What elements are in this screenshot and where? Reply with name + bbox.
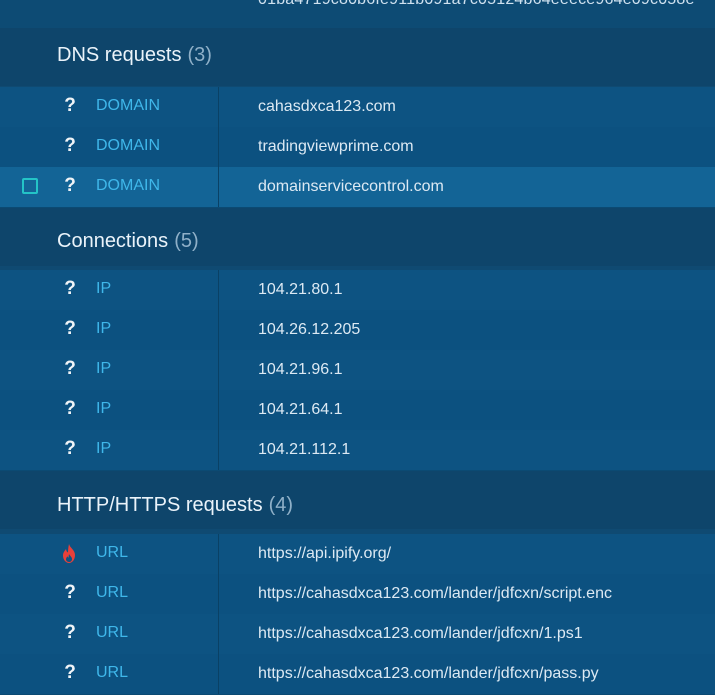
column-divider [218, 574, 219, 614]
connection-row[interactable]: ? IP 104.21.64.1 [0, 390, 715, 431]
http-row[interactable]: ? URL https://cahasdxca123.com/lander/jd… [0, 574, 715, 615]
dns-requests-header: DNS requests (3) [0, 28, 715, 86]
column-divider [218, 310, 219, 350]
section-count: (5) [174, 230, 199, 252]
http-row[interactable]: ? URL https://cahasdxca123.com/lander/jd… [0, 614, 715, 655]
type-label[interactable]: IP [96, 360, 111, 378]
type-label[interactable]: URL [96, 584, 128, 602]
type-label[interactable]: URL [96, 544, 128, 562]
question-icon: ? [64, 582, 76, 603]
connection-row[interactable]: ? IP 104.21.80.1 [0, 270, 715, 311]
row-checkbox[interactable] [22, 178, 38, 194]
connection-row[interactable]: ? IP 104.21.96.1 [0, 350, 715, 391]
url-value[interactable]: https://cahasdxca123.com/lander/jdfcxn/1… [258, 625, 583, 643]
type-label[interactable]: URL [96, 624, 128, 642]
ip-value[interactable]: 104.21.112.1 [258, 441, 350, 459]
dns-row[interactable]: ? DOMAIN cahasdxca123.com [0, 87, 715, 128]
question-icon: ? [64, 278, 76, 299]
type-label[interactable]: URL [96, 664, 128, 682]
http-row[interactable]: URL https://api.ipify.org/ [0, 534, 715, 575]
ip-value[interactable]: 104.21.80.1 [258, 281, 343, 299]
url-value[interactable]: https://cahasdxca123.com/lander/jdfcxn/s… [258, 585, 612, 603]
section-title-text: Connections [57, 230, 169, 252]
section-title: HTTP/HTTPS requests (4) [57, 494, 293, 517]
connection-row[interactable]: ? IP 104.21.112.1 [0, 430, 715, 471]
column-divider [218, 127, 219, 167]
dns-row-selected[interactable]: ? DOMAIN domainservicecontrol.com [0, 167, 715, 208]
column-divider [218, 614, 219, 654]
question-icon: ? [64, 318, 76, 339]
type-label[interactable]: DOMAIN [96, 177, 160, 195]
connection-row[interactable]: ? IP 104.26.12.205 [0, 310, 715, 351]
dns-row[interactable]: ? DOMAIN tradingviewprime.com [0, 127, 715, 168]
column-divider [218, 430, 219, 470]
question-icon: ? [64, 135, 76, 156]
url-value[interactable]: https://cahasdxca123.com/lander/jdfcxn/p… [258, 665, 599, 683]
column-divider [218, 654, 219, 694]
fire-icon [63, 544, 75, 563]
column-divider [218, 87, 219, 127]
domain-value[interactable]: domainservicecontrol.com [258, 178, 444, 196]
http-requests-header: HTTP/HTTPS requests (4) [0, 471, 715, 529]
column-divider [218, 534, 219, 574]
question-icon: ? [64, 398, 76, 419]
section-count: (4) [268, 494, 294, 516]
section-title: Connections (5) [57, 230, 199, 253]
section-title-text: DNS requests [57, 44, 182, 66]
url-value[interactable]: https://api.ipify.org/ [258, 545, 391, 563]
domain-value[interactable]: cahasdxca123.com [258, 98, 396, 116]
question-icon: ? [64, 358, 76, 379]
type-label[interactable]: IP [96, 400, 111, 418]
ip-value[interactable]: 104.26.12.205 [258, 321, 360, 339]
hash-row: 01ba4719c80b6fe911b091a7c05124b64eeece96… [0, 0, 715, 29]
type-label[interactable]: IP [96, 440, 111, 458]
column-divider [218, 390, 219, 430]
connections-header: Connections (5) [0, 208, 715, 266]
type-label[interactable]: DOMAIN [96, 97, 160, 115]
column-divider [218, 167, 219, 207]
http-row[interactable]: ? URL https://cahasdxca123.com/lander/jd… [0, 654, 715, 695]
section-title: DNS requests (3) [57, 44, 212, 67]
column-divider [218, 350, 219, 390]
column-divider [218, 270, 219, 310]
question-icon: ? [64, 95, 76, 116]
question-icon: ? [64, 438, 76, 459]
domain-value[interactable]: tradingviewprime.com [258, 138, 414, 156]
hash-value: 01ba4719c80b6fe911b091a7c05124b64eeece96… [258, 0, 695, 9]
question-icon: ? [64, 622, 76, 643]
ip-value[interactable]: 104.21.64.1 [258, 401, 343, 419]
question-icon: ? [64, 662, 76, 683]
section-count: (3) [187, 44, 212, 66]
type-label[interactable]: IP [96, 280, 111, 298]
question-icon: ? [64, 175, 76, 196]
type-label[interactable]: IP [96, 320, 111, 338]
ip-value[interactable]: 104.21.96.1 [258, 361, 343, 379]
section-title-text: HTTP/HTTPS requests [57, 494, 263, 516]
type-label[interactable]: DOMAIN [96, 137, 160, 155]
